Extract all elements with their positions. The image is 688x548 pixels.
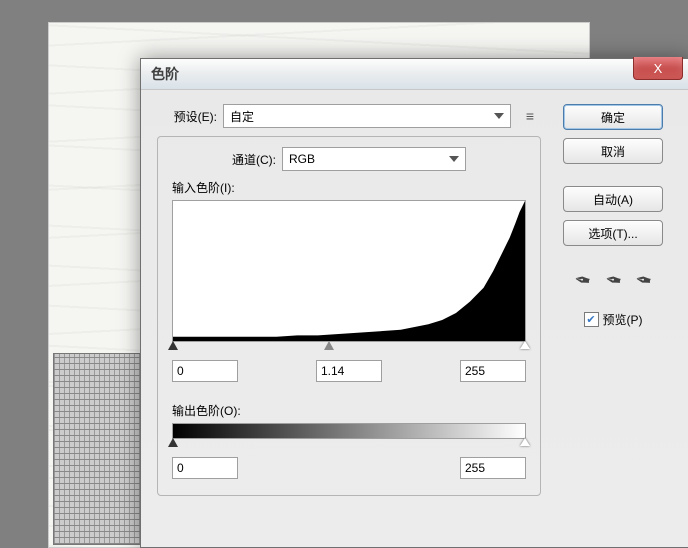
- preset-value: 自定: [230, 108, 254, 125]
- close-button[interactable]: X: [633, 57, 683, 80]
- channel-label: 通道(C):: [232, 151, 276, 168]
- eyedropper-black-icon[interactable]: ✒: [572, 267, 593, 295]
- cancel-button[interactable]: 取消: [563, 138, 663, 164]
- eyedropper-gray-icon[interactable]: ✒: [603, 267, 624, 295]
- preset-row: 预设(E): 自定 ≡: [157, 104, 541, 128]
- close-icon: X: [654, 61, 663, 76]
- black-point-handle[interactable]: [168, 341, 178, 350]
- input-white-field[interactable]: 255: [460, 360, 526, 382]
- chevron-down-icon: [494, 113, 504, 119]
- output-slider[interactable]: [172, 439, 526, 451]
- preset-menu-icon[interactable]: ≡: [519, 108, 541, 124]
- input-value-row: 0 1.14 255: [172, 360, 526, 382]
- dialog-body: 预设(E): 自定 ≡ 通道(C): RGB 输入色阶(I):: [141, 90, 688, 547]
- output-white-field[interactable]: 255: [460, 457, 526, 479]
- levels-group: 通道(C): RGB 输入色阶(I):: [157, 136, 541, 496]
- auto-button[interactable]: 自动(A): [563, 186, 663, 212]
- output-white-handle[interactable]: [520, 438, 530, 446]
- preset-label: 预设(E):: [157, 108, 217, 125]
- left-panel: 预设(E): 自定 ≡ 通道(C): RGB 输入色阶(I):: [157, 104, 541, 533]
- output-black-field[interactable]: 0: [172, 457, 238, 479]
- options-button[interactable]: 选项(T)...: [563, 220, 663, 246]
- ok-button[interactable]: 确定: [563, 104, 663, 130]
- output-value-row: 0 255: [172, 457, 526, 479]
- eyedropper-row: ✒ ✒ ✒: [574, 268, 652, 293]
- channel-dropdown[interactable]: RGB: [282, 147, 466, 171]
- histogram: [172, 200, 526, 342]
- input-black-field[interactable]: 0: [172, 360, 238, 382]
- channel-value: RGB: [289, 152, 315, 166]
- eyedropper-white-icon[interactable]: ✒: [633, 267, 654, 295]
- channel-row: 通道(C): RGB: [172, 147, 526, 171]
- input-gamma-field[interactable]: 1.14: [316, 360, 382, 382]
- right-panel: 确定 取消 自动(A) 选项(T)... ✒ ✒ ✒ ✔ 预览(P): [553, 104, 673, 533]
- dialog-title: 色阶: [151, 64, 179, 84]
- input-levels-label: 输入色阶(I):: [172, 179, 526, 196]
- input-slider[interactable]: [172, 342, 526, 354]
- output-gradient: [172, 423, 526, 439]
- midtone-handle[interactable]: [324, 341, 334, 350]
- output-black-handle[interactable]: [168, 438, 178, 447]
- white-point-handle[interactable]: [520, 341, 530, 349]
- output-levels-label: 输出色阶(O):: [172, 402, 526, 419]
- preview-row[interactable]: ✔ 预览(P): [584, 311, 643, 328]
- preset-dropdown[interactable]: 自定: [223, 104, 511, 128]
- levels-dialog: 色阶 X 预设(E): 自定 ≡ 通道(C): RGB: [140, 58, 688, 548]
- chevron-down-icon: [449, 156, 459, 162]
- titlebar[interactable]: 色阶 X: [141, 59, 688, 90]
- preview-label: 预览(P): [603, 311, 643, 328]
- preview-checkbox[interactable]: ✔: [584, 312, 599, 327]
